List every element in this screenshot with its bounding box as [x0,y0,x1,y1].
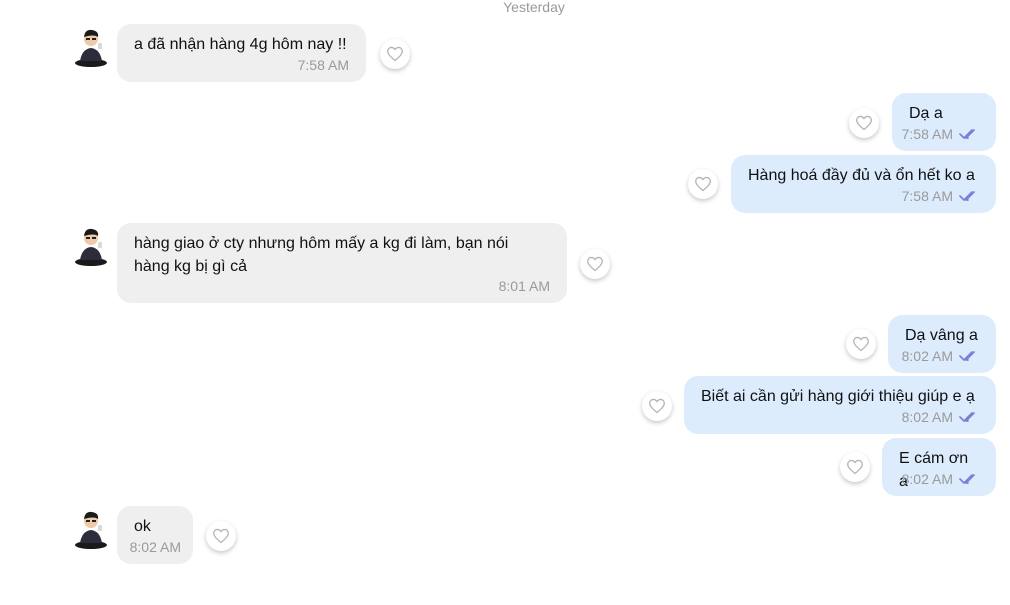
double-check-icon [959,412,975,422]
message-time: 7:58 AM [901,126,953,142]
message-text: hàng giao ở cty nhưng hôm mấy a kg đi là… [134,235,509,275]
message-time: 7:58 AM [297,57,349,73]
message-bubble[interactable]: hàng giao ở cty nhưng hôm mấy a kg đi là… [117,223,567,303]
message-time: 8:02 AM [901,348,953,364]
message-text: Hàng hoá đầy đủ và ổn hết ko a [748,167,975,184]
contact-avatar[interactable] [72,224,110,268]
double-check-icon [959,191,975,201]
message-meta: 8:02 AM [130,539,181,555]
message-time: 8:02 AM [129,539,181,555]
message-text: Dạ a [909,105,943,122]
heart-reaction-icon[interactable] [840,452,870,482]
message-meta: 8:02 AM [902,409,979,425]
message-meta: 8:01 AM [499,278,550,294]
double-check-icon [959,351,975,361]
date-separator: Yesterday [503,0,565,15]
chat-thread: Yesterday a đã nhận hàng 4g hôm nay !! 7… [0,0,1010,605]
contact-avatar[interactable] [72,507,110,551]
message-meta: 8:02 AM [902,348,979,364]
heart-reaction-icon[interactable] [642,391,672,421]
message-bubble[interactable]: Hàng hoá đầy đủ và ổn hết ko a 7:58 AM [731,155,996,213]
double-check-icon [959,474,975,484]
message-bubble[interactable]: ok 8:02 AM [117,506,193,564]
heart-reaction-icon[interactable] [688,169,718,199]
heart-reaction-icon[interactable] [580,249,610,279]
heart-reaction-icon[interactable] [846,329,876,359]
message-time: 8:02 AM [901,471,953,487]
message-time: 8:02 AM [901,409,953,425]
heart-reaction-icon[interactable] [206,521,236,551]
message-bubble[interactable]: Dạ vâng a 8:02 AM [888,315,996,373]
message-text: ok [134,518,151,535]
message-meta: 7:58 AM [902,126,979,142]
message-meta: 7:58 AM [298,57,349,73]
message-meta: 7:58 AM [902,188,979,204]
message-text: Dạ vâng a [905,327,978,344]
message-bubble[interactable]: a đã nhận hàng 4g hôm nay !! 7:58 AM [117,24,366,82]
message-text: a đã nhận hàng 4g hôm nay !! [134,36,347,53]
heart-reaction-icon[interactable] [380,39,410,69]
contact-avatar[interactable] [72,25,110,69]
message-bubble[interactable]: E cám ơn a 8:02 AM [882,438,996,496]
message-time: 7:58 AM [901,188,953,204]
double-check-icon [959,129,975,139]
message-bubble[interactable]: Dạ a 7:58 AM [892,93,996,151]
message-time: 8:01 AM [498,278,550,294]
message-text: Biết ai cần gửi hàng giới thiệu giúp e ạ [701,388,975,405]
heart-reaction-icon[interactable] [849,108,879,138]
message-bubble[interactable]: Biết ai cần gửi hàng giới thiệu giúp e ạ… [684,376,996,434]
message-meta: 8:02 AM [902,471,979,487]
